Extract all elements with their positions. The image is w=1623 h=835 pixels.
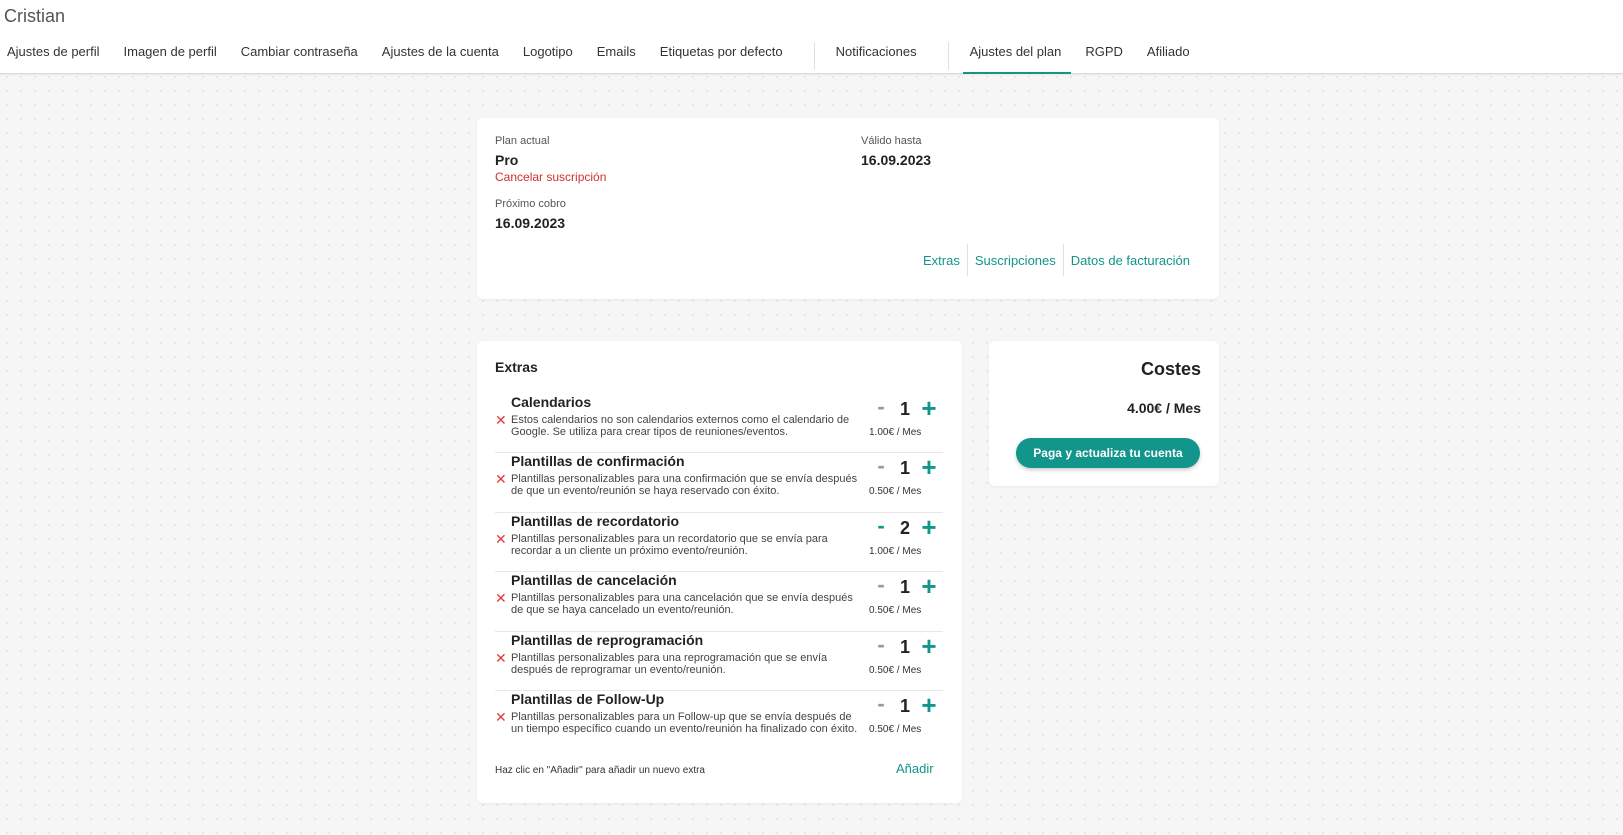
extras-title: Extras bbox=[495, 359, 538, 375]
extras-card: Extras ✕ Calendarios Estos calendarios n… bbox=[477, 341, 962, 803]
tab-afiliado[interactable]: Afiliado bbox=[1140, 38, 1200, 74]
costs-title: Costes bbox=[1140, 359, 1201, 379]
extras-link[interactable]: Extras bbox=[916, 248, 967, 273]
remove-icon[interactable]: ✕ bbox=[495, 591, 507, 605]
quantity-stepper: - 1 + bbox=[873, 395, 945, 421]
tab-ajustes-de-perfil[interactable]: Ajustes de perfil bbox=[0, 38, 110, 74]
tab-notificaciones[interactable]: Notificaciones bbox=[829, 38, 927, 74]
extra-price: 1.00€ / Mes bbox=[869, 545, 922, 557]
remove-icon[interactable]: ✕ bbox=[495, 710, 507, 724]
costs-total: 4.00€ / Mes bbox=[1127, 400, 1201, 416]
extras-list: ✕ Calendarios Estos calendarios no son c… bbox=[495, 394, 943, 750]
costs-card: Costes 4.00€ / Mes Paga y actualiza tu c… bbox=[989, 341, 1219, 486]
decrease-button[interactable]: - bbox=[873, 692, 889, 718]
tab-cambiar-contrasena[interactable]: Cambiar contraseña bbox=[234, 38, 368, 74]
next-charge-value: 16.09.2023 bbox=[495, 215, 566, 231]
quantity-value: 1 bbox=[899, 458, 910, 479]
extra-price: 0.50€ / Mes bbox=[869, 486, 922, 498]
subscriptions-link[interactable]: Suscripciones bbox=[968, 248, 1063, 273]
list-item: ✕ Calendarios Estos calendarios no son c… bbox=[495, 394, 945, 454]
increase-button[interactable]: + bbox=[919, 633, 939, 659]
decrease-button[interactable]: - bbox=[873, 514, 889, 540]
list-item: ✕ Plantillas de cancelación Plantillas p… bbox=[495, 572, 945, 632]
quantity-value: 1 bbox=[899, 577, 910, 598]
extra-name: Plantillas de Follow-Up bbox=[511, 690, 665, 707]
tab-ajustes-del-plan[interactable]: Ajustes del plan bbox=[962, 38, 1072, 74]
cancel-subscription-link[interactable]: Cancelar suscripción bbox=[495, 170, 606, 184]
list-item: ✕ Plantillas de recordatorio Plantillas … bbox=[495, 512, 945, 573]
tab-imagen-de-perfil[interactable]: Imagen de perfil bbox=[117, 38, 227, 74]
list-item: ✕ Plantillas de Follow-Up Plantillas per… bbox=[495, 691, 943, 750]
extra-description: Estos calendarios no son calendarios ext… bbox=[511, 414, 850, 438]
top-header: Cristian Ajustes de perfil Imagen de per… bbox=[0, 0, 1623, 74]
quantity-value: 1 bbox=[899, 636, 910, 657]
list-item: ✕ Plantillas de confirmación Plantillas … bbox=[495, 453, 945, 513]
quantity-stepper: - 1 + bbox=[873, 573, 945, 599]
current-plan-label: Plan actual bbox=[495, 135, 550, 147]
valid-until-label: Válido hasta bbox=[861, 135, 922, 147]
tab-emails[interactable]: Emails bbox=[590, 38, 646, 74]
decrease-button[interactable]: - bbox=[873, 574, 889, 599]
extra-price: 1.00€ / Mes bbox=[869, 427, 922, 438]
extra-description: Plantillas personalizables para un Follo… bbox=[511, 710, 858, 735]
extra-description: Plantillas personalizables para una canc… bbox=[511, 592, 853, 617]
quantity-stepper: - 1 + bbox=[873, 692, 945, 718]
tab-ajustes-de-la-cuenta[interactable]: Ajustes de la cuenta bbox=[375, 38, 509, 74]
plan-card: Plan actual Pro Cancelar suscripción Vál… bbox=[477, 118, 1219, 299]
add-extra-link[interactable]: Añadir bbox=[896, 761, 934, 776]
quantity-stepper: - 2 + bbox=[873, 514, 945, 540]
extra-name: Calendarios bbox=[511, 394, 592, 410]
remove-icon[interactable]: ✕ bbox=[495, 651, 507, 665]
extra-description: Plantillas personalizables para una repr… bbox=[511, 651, 828, 676]
quantity-value: 1 bbox=[899, 399, 910, 419]
extra-description: Plantillas personalizables para un recor… bbox=[511, 532, 828, 557]
extra-name: Plantillas de reprogramación bbox=[511, 631, 704, 648]
plan-links: Extras Suscripciones Datos de facturació… bbox=[916, 244, 1197, 276]
increase-button[interactable]: + bbox=[919, 454, 939, 480]
decrease-button[interactable]: - bbox=[873, 396, 889, 421]
decrease-button[interactable]: - bbox=[873, 633, 889, 659]
remove-icon[interactable]: ✕ bbox=[495, 413, 507, 427]
increase-button[interactable]: + bbox=[919, 692, 939, 718]
extra-price: 0.50€ / Mes bbox=[869, 664, 922, 676]
tab-divider bbox=[813, 42, 815, 70]
increase-button[interactable]: + bbox=[919, 395, 939, 421]
tab-rgpd[interactable]: RGPD bbox=[1078, 38, 1133, 74]
increase-button[interactable]: + bbox=[919, 514, 939, 540]
quantity-stepper: - 1 + bbox=[873, 633, 945, 659]
valid-until-value: 16.09.2023 bbox=[861, 152, 932, 168]
remove-icon[interactable]: ✕ bbox=[495, 472, 507, 486]
extra-description: Plantillas personalizables para una conf… bbox=[511, 473, 858, 498]
add-extra-hint: Haz clic en "Añadir" para añadir un nuev… bbox=[495, 765, 705, 776]
current-plan-value: Pro bbox=[495, 152, 519, 168]
tab-etiquetas-por-defecto[interactable]: Etiquetas por defecto bbox=[653, 38, 793, 74]
increase-button[interactable]: + bbox=[919, 573, 939, 599]
user-name: Cristian bbox=[4, 6, 66, 26]
list-item: ✕ Plantillas de reprogramación Plantilla… bbox=[495, 632, 943, 691]
quantity-value: 1 bbox=[899, 695, 910, 716]
next-charge-label: Próximo cobro bbox=[495, 198, 566, 210]
decrease-button[interactable]: - bbox=[873, 455, 889, 480]
extra-price: 0.50€ / Mes bbox=[869, 723, 922, 735]
remove-icon[interactable]: ✕ bbox=[495, 532, 507, 546]
settings-tabs: Ajustes de perfil Imagen de perfil Cambi… bbox=[0, 38, 1207, 74]
extra-name: Plantillas de recordatorio bbox=[511, 512, 680, 529]
pay-upgrade-button[interactable]: Paga y actualiza tu cuenta bbox=[1016, 438, 1200, 468]
extra-name: Plantillas de cancelación bbox=[511, 572, 677, 589]
tab-logotipo[interactable]: Logotipo bbox=[516, 38, 583, 74]
billing-data-link[interactable]: Datos de facturación bbox=[1064, 248, 1197, 273]
extra-price: 0.50€ / Mes bbox=[869, 605, 922, 617]
extra-name: Plantillas de confirmación bbox=[511, 453, 685, 470]
quantity-value: 2 bbox=[899, 517, 910, 538]
quantity-stepper: - 1 + bbox=[873, 454, 945, 480]
tab-divider bbox=[947, 42, 949, 70]
